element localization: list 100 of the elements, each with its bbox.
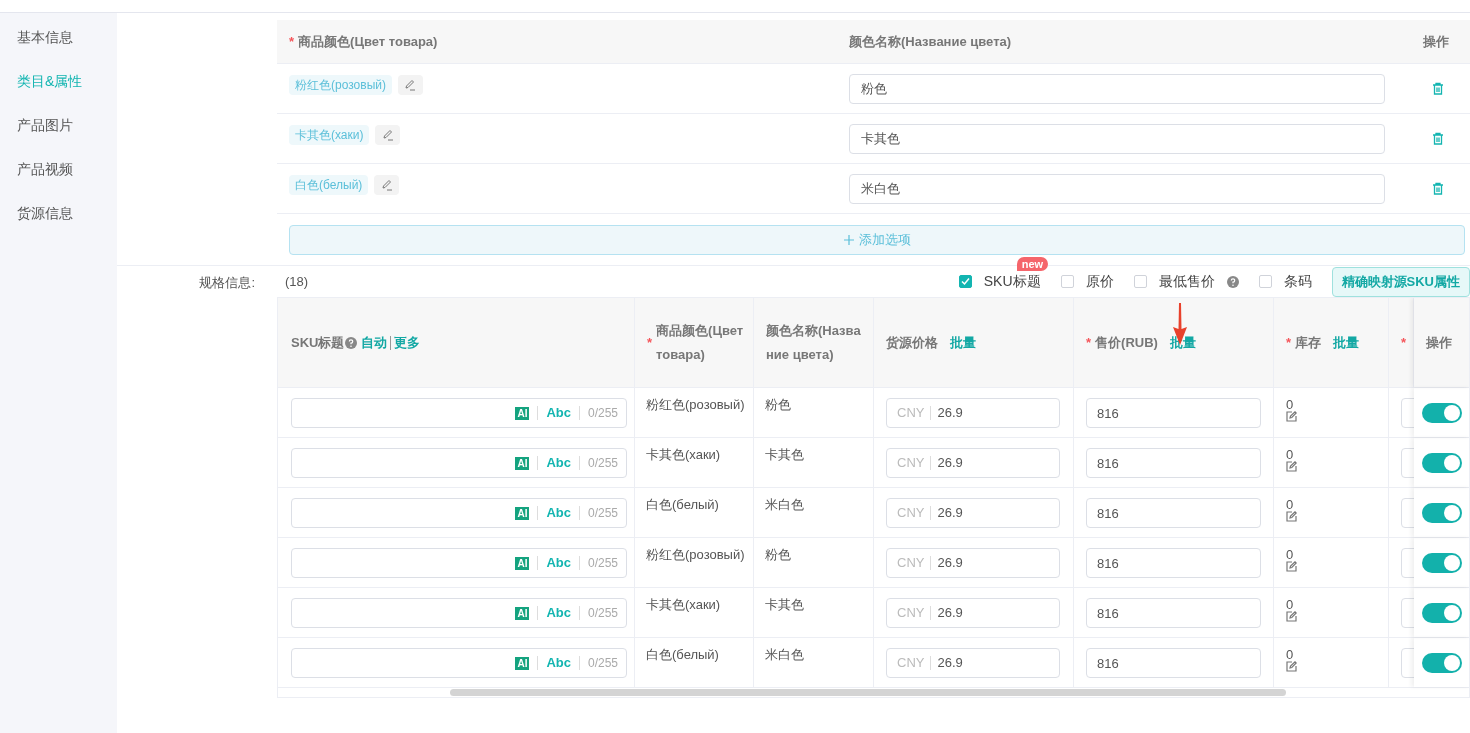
toggle-switch[interactable] — [1422, 502, 1462, 523]
sidebar-item[interactable]: 产品图片 — [17, 114, 117, 136]
field-label: 规格信息: — [199, 275, 255, 290]
toggle-switch[interactable] — [1422, 552, 1462, 573]
color-name-field[interactable]: 米白色 — [849, 174, 1385, 204]
table-cell: 卡其色(хаки) — [646, 597, 721, 612]
source-price-field[interactable]: CNY 26.9 — [886, 398, 1060, 428]
trash-icon[interactable] — [1431, 182, 1444, 195]
color-tag: 粉红色(розовый) — [289, 75, 392, 95]
table-cell: 粉红色(розовый) — [646, 397, 745, 412]
stock-value: 0 — [1286, 598, 1294, 611]
header-link[interactable]: 自动 — [361, 332, 388, 353]
sidebar-item[interactable]: 基本信息 — [17, 26, 117, 48]
price-value: 26.9 — [936, 504, 963, 523]
source-price-field[interactable]: CNY 26.9 — [886, 548, 1060, 578]
char-counter: 0/255 — [587, 605, 618, 622]
edit-icon[interactable] — [1286, 661, 1297, 672]
column-header: 颜色名称(Название цвета) — [766, 321, 862, 364]
ai-badge[interactable]: AI — [515, 606, 530, 620]
add-option-button[interactable]: 添加选项 — [289, 225, 1465, 255]
sku-title-field[interactable]: AI Abc 0/255 — [291, 598, 627, 628]
header-link[interactable]: 批量 — [950, 332, 976, 353]
price-field[interactable]: 816 — [1086, 498, 1261, 528]
ai-badge[interactable]: AI — [515, 556, 530, 570]
edit-icon[interactable] — [1286, 511, 1297, 522]
table-cell: 米白色 — [765, 497, 804, 512]
edit-icon[interactable] — [1286, 411, 1297, 422]
checkbox[interactable] — [1060, 275, 1074, 288]
char-counter: 0/255 — [587, 655, 618, 672]
abc-link[interactable]: Abc — [546, 603, 571, 623]
edit-button[interactable] — [374, 175, 400, 195]
stock-value: 0 — [1286, 398, 1294, 411]
source-price-field[interactable]: CNY 26.9 — [886, 648, 1060, 678]
source-price-field[interactable]: CNY 26.9 — [886, 498, 1060, 528]
ai-badge[interactable]: AI — [515, 656, 530, 670]
sku-title-field[interactable]: AI Abc 0/255 — [291, 648, 627, 678]
help-icon[interactable] — [345, 336, 358, 349]
sidebar-item[interactable]: 产品视频 — [17, 158, 117, 180]
abc-link[interactable]: Abc — [546, 503, 571, 523]
source-price-field[interactable]: CNY 26.9 — [886, 448, 1060, 478]
sku-title-field[interactable]: AI Abc 0/255 — [291, 448, 627, 478]
price-field[interactable]: 816 — [1086, 398, 1261, 428]
map-sku-button[interactable]: 精确映射源SKU属性 — [1331, 266, 1470, 297]
color-name-field[interactable]: 粉色 — [849, 74, 1385, 104]
table-cell: 米白色 — [765, 647, 804, 662]
checkbox[interactable] — [1133, 275, 1147, 288]
sidebar-item[interactable]: 类目&属性 — [17, 70, 117, 92]
edit-icon[interactable] — [1286, 461, 1297, 472]
edit-icon[interactable] — [1286, 561, 1297, 572]
required-mark: * — [1286, 333, 1292, 352]
ai-badge[interactable]: AI — [515, 406, 530, 420]
abc-link[interactable]: Abc — [546, 453, 571, 473]
pencil-icon — [382, 129, 394, 141]
currency-prefix: CNY — [897, 456, 932, 470]
table-cell: 粉色 — [765, 397, 791, 412]
price-field[interactable]: 816 — [1086, 548, 1261, 578]
price-field[interactable]: 816 — [1086, 648, 1261, 678]
price-value: 26.9 — [936, 554, 963, 573]
trash-icon[interactable] — [1431, 132, 1444, 145]
source-price-field[interactable]: CNY 26.9 — [886, 598, 1060, 628]
help-icon[interactable] — [1226, 275, 1239, 288]
edit-icon[interactable] — [1286, 611, 1297, 622]
abc-link[interactable]: Abc — [546, 653, 571, 673]
checkbox-label: 条码 — [1283, 272, 1312, 291]
edit-button[interactable] — [397, 75, 423, 95]
sidebar-item[interactable]: 货源信息 — [17, 202, 117, 224]
toggle-switch[interactable] — [1422, 402, 1462, 423]
trash-icon[interactable] — [1431, 82, 1444, 95]
checkbox[interactable] — [958, 275, 972, 288]
scrollbar[interactable] — [450, 689, 1286, 696]
required-mark: * — [1086, 333, 1092, 352]
toggle-switch[interactable] — [1422, 452, 1462, 473]
edit-button[interactable] — [375, 125, 401, 145]
currency-prefix: CNY — [897, 556, 932, 570]
price-value: 26.9 — [936, 454, 963, 473]
header-link[interactable]: 更多 — [394, 332, 421, 353]
table-cell: 卡其色 — [765, 447, 804, 462]
price-value: 26.9 — [936, 604, 963, 623]
header-link[interactable]: 批量 — [1333, 332, 1360, 353]
column-header: SKU标题 — [291, 333, 345, 352]
checkbox[interactable] — [1258, 275, 1272, 288]
ai-badge[interactable]: AI — [515, 506, 530, 520]
toggle-switch[interactable] — [1422, 652, 1462, 673]
stock-value: 0 — [1286, 648, 1294, 661]
price-value: 26.9 — [936, 404, 963, 423]
ai-badge[interactable]: AI — [515, 456, 530, 470]
currency-prefix: CNY — [897, 406, 932, 420]
price-field[interactable]: 816 — [1086, 448, 1261, 478]
toggle-switch[interactable] — [1422, 602, 1462, 623]
color-tag: 白色(белый) — [289, 175, 369, 195]
sku-title-field[interactable]: AI Abc 0/255 — [291, 498, 627, 528]
char-counter: 0/255 — [587, 405, 618, 422]
checkbox-label: 原价 — [1085, 272, 1114, 291]
sku-title-field[interactable]: AI Abc 0/255 — [291, 548, 627, 578]
sku-title-field[interactable]: AI Abc 0/255 — [291, 398, 627, 428]
color-name-field[interactable]: 卡其色 — [849, 124, 1385, 154]
price-field[interactable]: 816 — [1086, 598, 1261, 628]
abc-link[interactable]: Abc — [546, 403, 571, 423]
abc-link[interactable]: Abc — [546, 553, 571, 573]
char-counter: 0/255 — [587, 505, 618, 522]
